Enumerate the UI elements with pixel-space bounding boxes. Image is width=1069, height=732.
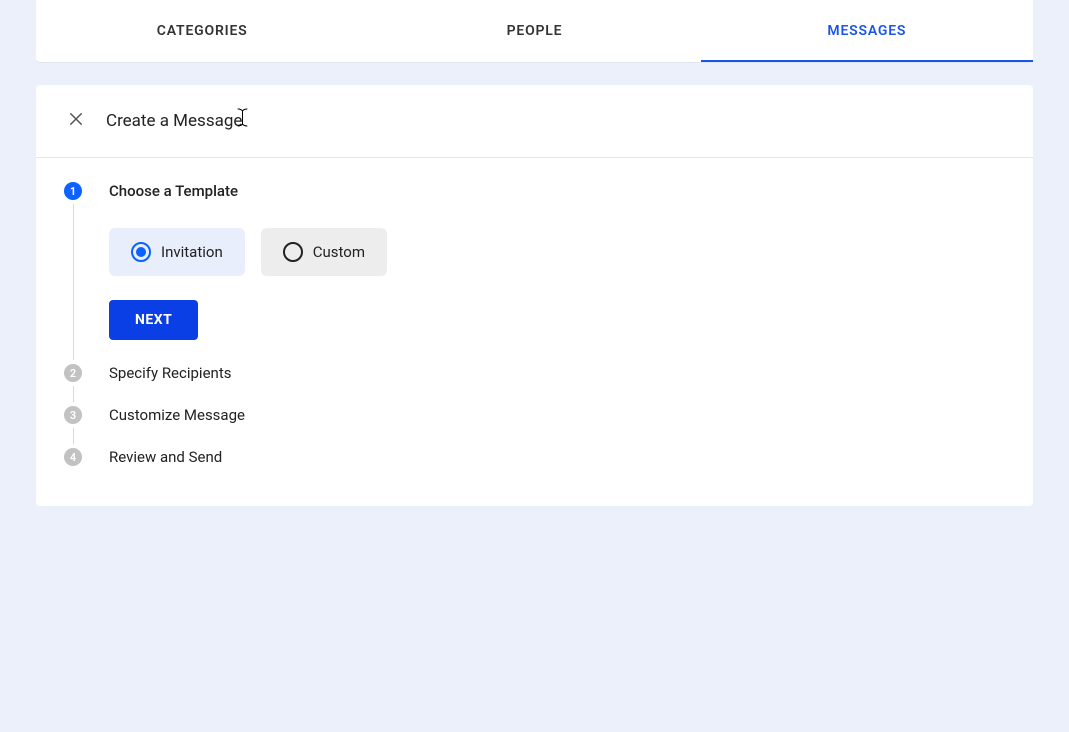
- tab-categories[interactable]: CATEGORIES: [36, 0, 368, 62]
- step-index-badge: 4: [64, 448, 82, 466]
- tab-label: MESSAGES: [827, 23, 906, 39]
- next-button-label: NEXT: [135, 312, 172, 328]
- stepper: 1 Choose a Template Invitation: [36, 158, 1033, 506]
- tab-messages[interactable]: MESSAGES: [701, 0, 1033, 62]
- dialog-title: Create a Message: [106, 111, 242, 131]
- radio-dot-icon: [136, 247, 146, 257]
- step-index-badge: 1: [64, 182, 82, 200]
- step-connector: [73, 386, 74, 402]
- step-number: 1: [70, 186, 76, 197]
- tab-label: PEOPLE: [507, 23, 563, 39]
- step-index-badge: 2: [64, 364, 82, 382]
- step-title: Choose a Template: [109, 182, 1005, 200]
- option-label: Invitation: [161, 243, 223, 261]
- option-label: Custom: [313, 243, 365, 261]
- template-option-custom[interactable]: Custom: [261, 228, 387, 276]
- step-title: Customize Message: [109, 406, 1005, 424]
- step-index-badge: 3: [64, 406, 82, 424]
- step-title: Specify Recipients: [109, 364, 1005, 382]
- step-number: 3: [70, 410, 76, 421]
- next-button[interactable]: NEXT: [109, 300, 198, 340]
- template-options: Invitation Custom: [109, 228, 1005, 276]
- close-button[interactable]: [64, 109, 88, 133]
- step-connector: [73, 204, 74, 360]
- close-icon: [67, 110, 85, 132]
- step-number: 4: [70, 452, 76, 463]
- step-body: Invitation Custom NEXT: [109, 228, 1005, 340]
- card-header: Create a Message: [36, 85, 1033, 158]
- create-message-card: Create a Message 1 Choose a Template: [36, 85, 1033, 506]
- step-title: Review and Send: [109, 448, 1005, 466]
- step-customize-message: 3 Customize Message: [64, 406, 1005, 448]
- tab-people[interactable]: PEOPLE: [368, 0, 700, 62]
- step-number: 2: [70, 368, 76, 379]
- tabs-bar: CATEGORIES PEOPLE MESSAGES: [36, 0, 1033, 62]
- radio-icon: [131, 242, 151, 262]
- tab-label: CATEGORIES: [157, 23, 248, 39]
- radio-icon: [283, 242, 303, 262]
- step-specify-recipients: 2 Specify Recipients: [64, 364, 1005, 406]
- template-option-invitation[interactable]: Invitation: [109, 228, 245, 276]
- step-review-and-send: 4 Review and Send: [64, 448, 1005, 466]
- step-connector: [73, 428, 74, 444]
- step-choose-template: 1 Choose a Template Invitation: [64, 182, 1005, 364]
